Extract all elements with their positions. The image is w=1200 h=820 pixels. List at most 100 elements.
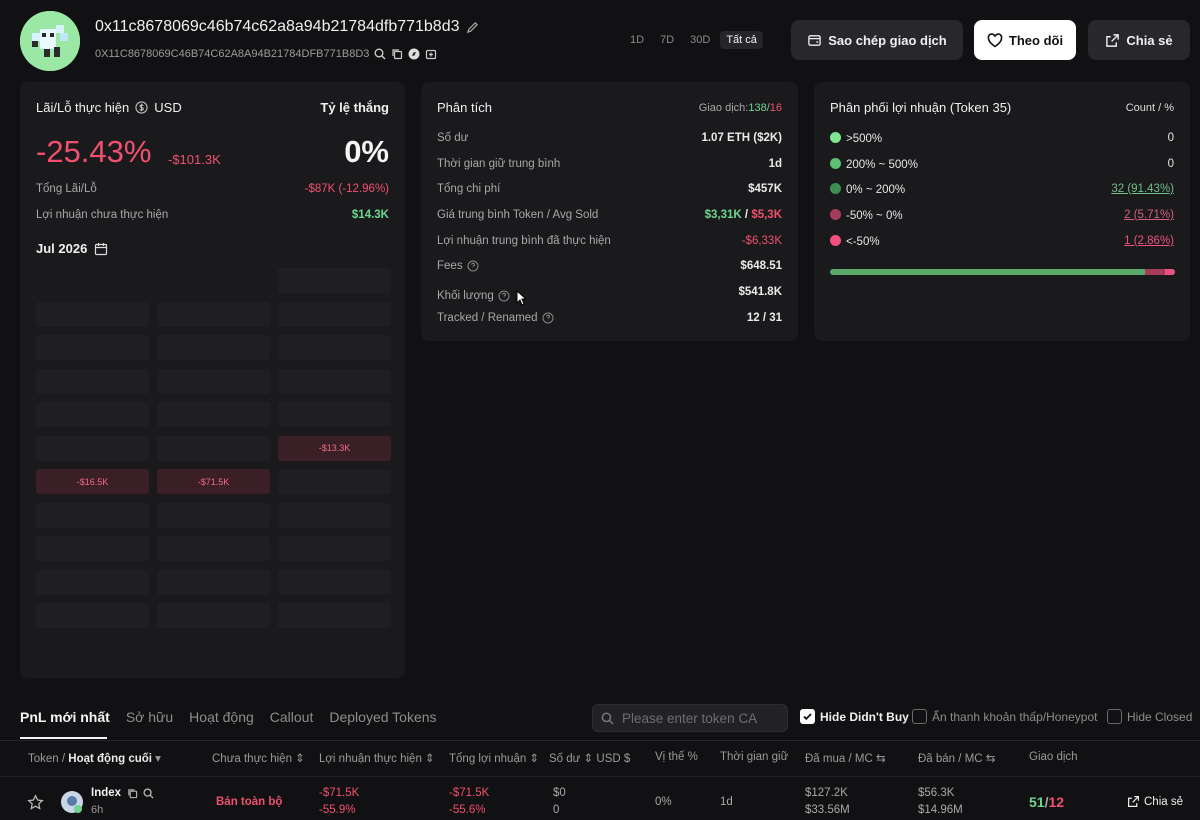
hide-closed-toggle[interactable]: Hide Closed <box>1107 709 1192 724</box>
calendar-day-cell[interactable] <box>278 368 391 394</box>
calendar-day-cell[interactable] <box>278 569 391 595</box>
tracked-value: 12 / 31 <box>746 312 782 324</box>
active-tab-indicator <box>20 737 107 739</box>
hide-low-liquidity-toggle[interactable]: Ẩn thanh khoản thấp/Honeypot <box>912 709 1097 724</box>
calendar-day-cell[interactable] <box>36 368 149 394</box>
calendar-day-cell[interactable] <box>157 603 270 628</box>
range-1d[interactable]: 1D <box>624 31 650 49</box>
distribution-bar <box>830 269 1175 275</box>
token-search-input[interactable] <box>622 710 782 726</box>
calendar-day-cell[interactable] <box>157 402 270 427</box>
calendar-day-cell[interactable] <box>278 469 391 494</box>
pnl-currency[interactable]: USD <box>154 100 181 115</box>
col-total[interactable]: Tổng lợi nhuận ⇕ <box>449 751 539 765</box>
tracked-label: Tracked / Renamed <box>437 312 538 324</box>
currency-icon[interactable] <box>135 101 148 114</box>
calendar-day-cell[interactable] <box>278 335 391 360</box>
wallet-address-row: 0x11c8678069c46b74c62a8a94b21784dfb771b8… <box>95 18 479 36</box>
calendar-day-cell[interactable] <box>36 435 149 461</box>
calendar-day-cell[interactable] <box>36 335 149 360</box>
calendar-day-cell[interactable]: -$13.3K <box>278 435 391 461</box>
col-token[interactable]: Token / Hoạt động cuối ▾ <box>28 751 161 765</box>
bucket-row: >500% 0 <box>830 132 1174 145</box>
hide-didnt-buy-toggle[interactable]: Hide Didn't Buy <box>800 709 909 724</box>
bucket-value[interactable]: 2 (5.71%) <box>1124 209 1174 222</box>
col-last-active[interactable]: Hoạt động cuối <box>68 753 152 765</box>
fees-value: $648.51 <box>740 260 782 272</box>
calendar-day-cell[interactable] <box>36 536 149 561</box>
calendar-day-cell[interactable] <box>36 402 149 427</box>
range-30d[interactable]: 30D <box>684 31 716 49</box>
balance-cell: $0 <box>553 787 566 799</box>
table-row[interactable]: Index 6h Bán toàn bộ -$71.5K -55.9% -$71… <box>0 776 1200 820</box>
tab-callout[interactable]: Callout <box>270 709 314 725</box>
calendar-day-cell[interactable] <box>157 569 270 595</box>
search-icon[interactable] <box>143 788 154 802</box>
calendar-day-cell[interactable] <box>278 536 391 561</box>
checkbox-unchecked[interactable] <box>1107 709 1122 724</box>
calendar-day-cell[interactable]: -$71.5K <box>157 469 270 494</box>
copy-icon[interactable] <box>127 788 138 802</box>
calendar-day-cell[interactable] <box>36 301 149 327</box>
share-button[interactable]: Chia sẻ <box>1088 20 1190 60</box>
fees-row: Fees $648.51 <box>437 260 782 272</box>
add-wallet-icon[interactable] <box>425 48 437 60</box>
calendar-day-cell[interactable] <box>278 402 391 427</box>
explorer-icon[interactable] <box>408 48 420 60</box>
calendar-day-cell[interactable] <box>157 368 270 394</box>
wallet-header: 0x11c8678069c46b74c62a8a94b21784dfb771b8… <box>0 0 1200 80</box>
calendar-day-cell[interactable] <box>157 301 270 327</box>
total-cost-label: Tổng chi phí <box>437 183 501 195</box>
checkbox-checked[interactable] <box>800 709 815 724</box>
search-icon[interactable] <box>374 48 386 60</box>
calendar-day-cell[interactable] <box>157 536 270 561</box>
tab-latest-pnl[interactable]: PnL mới nhất <box>20 709 110 725</box>
copy-trade-button[interactable]: Sao chép giao dịch <box>791 20 963 60</box>
bucket-value[interactable]: 32 (91.43%) <box>1111 183 1174 196</box>
calendar-day-cell[interactable] <box>36 502 149 528</box>
calendar-day-cell[interactable] <box>36 569 149 595</box>
calendar-day-cell[interactable] <box>157 335 270 360</box>
total-cost-value: $457K <box>748 183 782 195</box>
help-icon[interactable] <box>542 312 554 324</box>
col-balance[interactable]: Số dư ⇕ USD $ <box>549 751 630 765</box>
wallet-page: 0x11c8678069c46b74c62a8a94b21784dfb771b8… <box>0 0 1200 820</box>
col-balance-usd[interactable]: USD <box>596 753 620 765</box>
help-icon[interactable] <box>467 260 479 272</box>
col-bought-mc[interactable]: MC <box>855 753 873 765</box>
range-all[interactable]: Tất cả <box>720 31 763 49</box>
row-share-button[interactable]: Chia sẻ <box>1127 795 1183 808</box>
col-sold[interactable]: Đã bán / MC ⇆ <box>918 751 995 765</box>
calendar-day-cell[interactable] <box>278 603 391 628</box>
token-name[interactable]: Index <box>91 787 121 799</box>
calendar-day-cell[interactable] <box>278 301 391 327</box>
copy-icon[interactable] <box>391 48 403 60</box>
heart-icon <box>987 32 1003 47</box>
calendar-day-cell[interactable] <box>157 502 270 528</box>
tab-holdings[interactable]: Sở hữu <box>126 709 173 725</box>
tab-deployed-tokens[interactable]: Deployed Tokens <box>329 709 436 725</box>
col-sold-mc[interactable]: MC <box>965 753 983 765</box>
range-7d[interactable]: 7D <box>654 31 680 49</box>
unrealized-row: Lợi nhuận chưa thực hiện $14.3K <box>36 209 389 221</box>
col-realized[interactable]: Lợi nhuận thực hiện ⇕ <box>319 751 435 765</box>
bucket-dot <box>830 235 841 246</box>
help-icon[interactable] <box>498 290 510 302</box>
col-unrealized[interactable]: Chưa thực hiện ⇕ <box>212 751 305 765</box>
edit-icon[interactable] <box>466 21 479 34</box>
bucket-value[interactable]: 1 (2.86%) <box>1124 235 1174 248</box>
follow-button[interactable]: Theo dõi <box>974 20 1076 60</box>
calendar-day-cell[interactable]: -$16.5K <box>36 469 149 494</box>
col-hold-time: Thời gian giữ <box>720 751 789 763</box>
bucket-label: <-50% <box>846 236 880 248</box>
calendar-day-cell[interactable] <box>36 603 149 628</box>
calendar-day-cell[interactable] <box>278 502 391 528</box>
bucket-label: 200% ~ 500% <box>846 159 918 171</box>
calendar-day-cell[interactable] <box>278 268 391 293</box>
tab-activity[interactable]: Hoạt động <box>189 709 254 725</box>
month-row[interactable]: Jul 2026 <box>36 241 108 256</box>
col-bought[interactable]: Đã mua / MC ⇆ <box>805 751 886 765</box>
calendar-day-cell[interactable] <box>157 435 270 461</box>
checkbox-unchecked[interactable] <box>912 709 927 724</box>
star-icon[interactable] <box>27 794 44 814</box>
